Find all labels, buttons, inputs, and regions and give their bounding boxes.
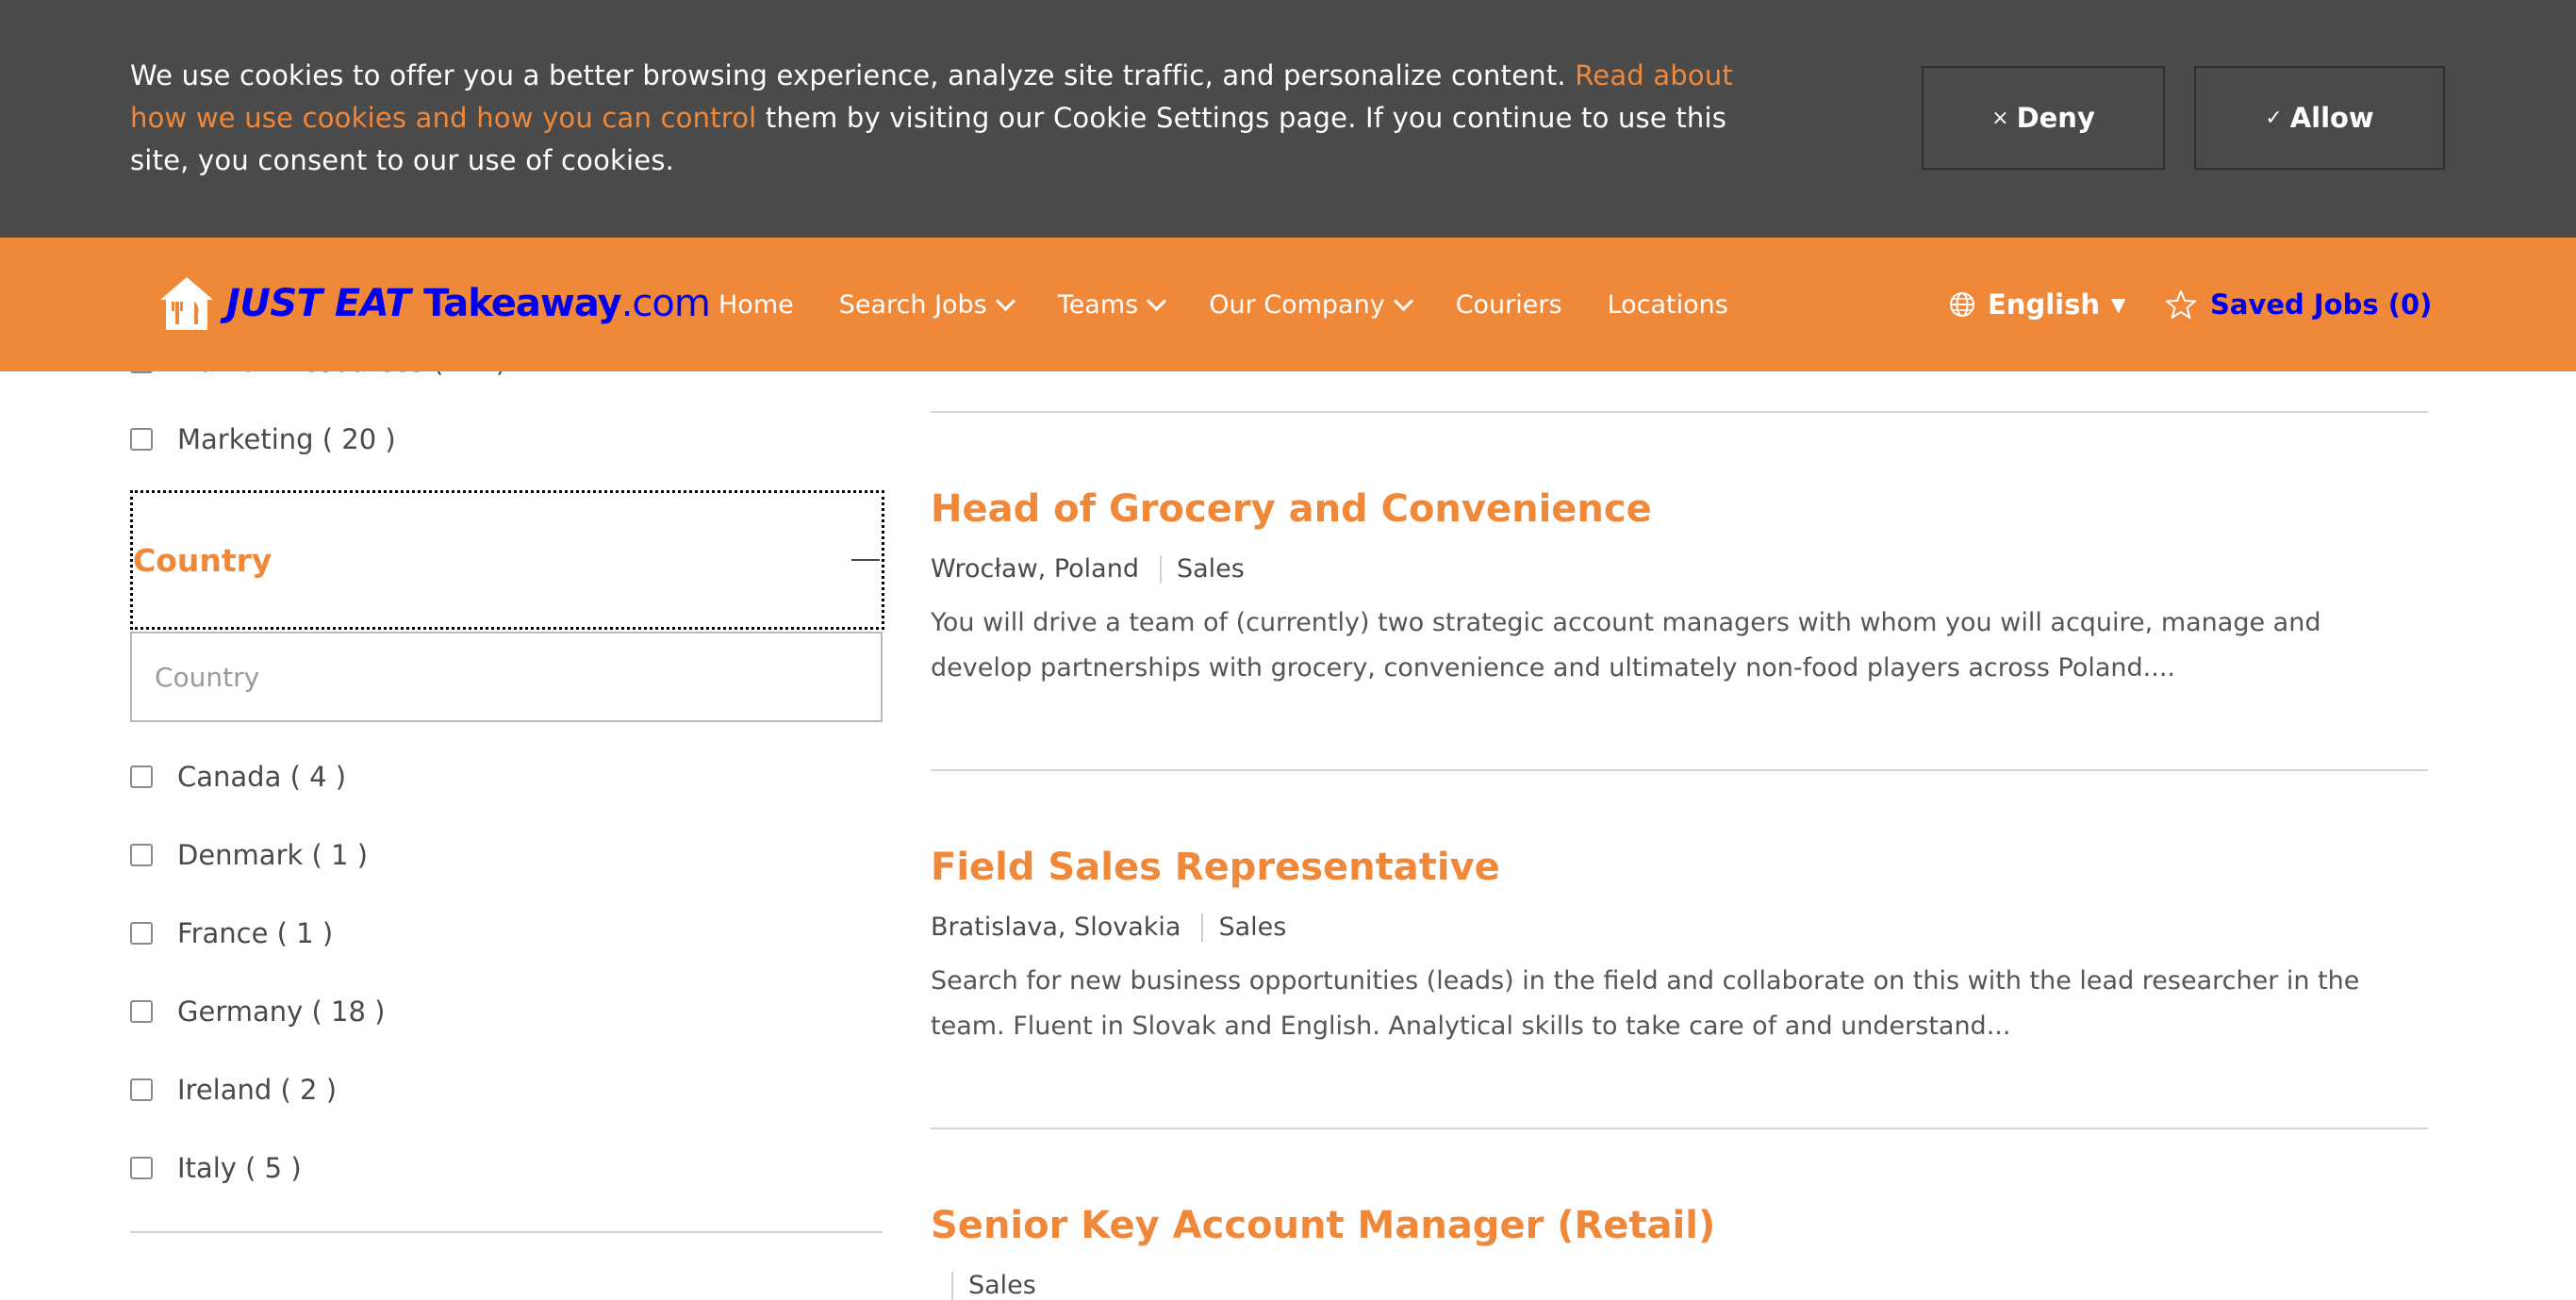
caret-down-icon: ▼ <box>2111 293 2126 316</box>
nav-couriers[interactable]: Couriers <box>1456 290 1562 320</box>
nav-our-company-label: Our Company <box>1209 289 1385 320</box>
job-location: Wrocław, Poland <box>931 554 1139 584</box>
filter-option-label: Italy ( 5 ) <box>177 1152 302 1184</box>
nav-locations-label: Locations <box>1607 289 1728 320</box>
nav-menu: Home Search Jobs Teams Our Company Couri… <box>718 238 1774 371</box>
filter-option-label: Germany ( 18 ) <box>177 996 386 1028</box>
country-search-input[interactable] <box>130 632 883 722</box>
job-card: Head of Grocery and Convenience Wrocław,… <box>931 485 2428 691</box>
filter-option-denmark[interactable]: Denmark ( 1 ) <box>130 836 368 874</box>
filter-option-germany[interactable]: Germany ( 18 ) <box>130 993 385 1030</box>
checkbox[interactable] <box>130 1000 153 1023</box>
logo-sub: Takeaway <box>423 282 622 325</box>
chevron-down-icon <box>1147 290 1167 311</box>
job-title-link[interactable]: Field Sales Representative <box>931 843 2428 892</box>
nav-home-label: Home <box>718 289 794 320</box>
nav-locations[interactable]: Locations <box>1608 290 1728 320</box>
filter-option-marketing[interactable]: Marketing ( 20 ) <box>130 420 396 458</box>
minus-icon <box>851 559 880 561</box>
filter-option-ireland[interactable]: Ireland ( 2 ) <box>130 1071 337 1109</box>
job-category: Sales <box>968 1271 1036 1300</box>
nav-our-company[interactable]: Our Company <box>1209 289 1413 320</box>
nav-home[interactable]: Home <box>718 290 794 320</box>
nav-search-jobs[interactable]: Search Jobs <box>838 289 1016 320</box>
cookie-banner: We use cookies to offer you a better bro… <box>0 0 2576 238</box>
checkbox[interactable] <box>130 1078 153 1101</box>
job-category: Sales <box>1218 913 1287 942</box>
divider <box>931 769 2428 771</box>
separator <box>1159 554 1162 584</box>
filter-option-label: Canada ( 4 ) <box>177 761 347 793</box>
separator <box>1201 913 1204 942</box>
country-filter-title: Country <box>133 541 272 579</box>
job-meta: Wrocław, Poland Sales <box>931 554 2428 584</box>
allow-label: Allow <box>2289 102 2374 134</box>
filter-option-label: Marketing ( 20 ) <box>177 423 396 455</box>
check-icon: ✓ <box>2265 106 2283 130</box>
deny-label: Deny <box>2016 102 2095 134</box>
chevron-down-icon <box>1393 290 1413 311</box>
filter-option-label: France ( 1 ) <box>177 917 334 949</box>
divider <box>931 1127 2428 1129</box>
job-card: Senior Key Account Manager (Retail) Sale… <box>931 1201 2428 1300</box>
job-card: Field Sales Representative Bratislava, S… <box>931 843 2428 1049</box>
filter-option-italy[interactable]: Italy ( 5 ) <box>130 1149 302 1187</box>
job-meta: Bratislava, Slovakia Sales <box>931 913 2428 942</box>
filter-option-label: Denmark ( 1 ) <box>177 839 369 871</box>
nav-teams[interactable]: Teams <box>1057 289 1167 320</box>
job-location: Bratislava, Slovakia <box>931 913 1181 942</box>
divider <box>130 1231 883 1233</box>
filter-option-canada[interactable]: Canada ( 4 ) <box>130 758 346 796</box>
cookie-text-before: We use cookies to offer you a better bro… <box>130 59 1576 91</box>
house-fork-knife-icon <box>160 277 213 330</box>
job-title-link[interactable]: Senior Key Account Manager (Retail) <box>931 1201 2428 1250</box>
filter-option-label: Ireland ( 2 ) <box>177 1074 338 1106</box>
language-selector[interactable]: English ▼ <box>1948 238 2125 371</box>
checkbox[interactable] <box>130 428 153 451</box>
cookie-message: We use cookies to offer you a better bro… <box>130 55 1752 182</box>
job-description: You will drive a team of (currently) two… <box>931 608 2321 683</box>
checkbox[interactable] <box>130 922 153 945</box>
checkbox[interactable] <box>130 1157 153 1179</box>
logo-suffix: .com <box>620 282 711 325</box>
checkbox[interactable] <box>130 765 153 788</box>
deny-cookies-button[interactable]: × Deny <box>1922 66 2165 170</box>
job-description: Search for new business opportunities (l… <box>931 966 2360 1041</box>
job-category: Sales <box>1176 554 1245 584</box>
separator <box>951 1271 953 1300</box>
chevron-down-icon <box>995 290 1016 311</box>
close-icon: × <box>1991 106 2009 130</box>
divider <box>931 411 2428 413</box>
filter-option-france[interactable]: France ( 1 ) <box>130 914 333 952</box>
globe-icon <box>1950 292 1974 317</box>
job-meta: Sales <box>931 1271 2428 1300</box>
main-navigation: JUST EAT Takeaway .com Home Search Jobs T… <box>0 238 2576 371</box>
nav-search-jobs-label: Search Jobs <box>838 289 987 320</box>
job-title-link[interactable]: Head of Grocery and Convenience <box>931 485 2428 534</box>
allow-cookies-button[interactable]: ✓ Allow <box>2194 66 2445 170</box>
nav-couriers-label: Couriers <box>1455 289 1562 320</box>
site-logo[interactable]: JUST EAT Takeaway .com <box>157 258 711 349</box>
language-label: English <box>1988 288 2101 321</box>
saved-jobs-label: Saved Jobs (0) <box>2210 288 2433 321</box>
star-icon <box>2166 290 2196 319</box>
checkbox[interactable] <box>130 844 153 866</box>
saved-jobs-link[interactable]: Saved Jobs (0) <box>2165 238 2432 371</box>
country-filter-toggle[interactable]: Country <box>130 490 884 630</box>
logo-brand: JUST EAT <box>226 282 411 325</box>
nav-teams-label: Teams <box>1057 289 1139 320</box>
